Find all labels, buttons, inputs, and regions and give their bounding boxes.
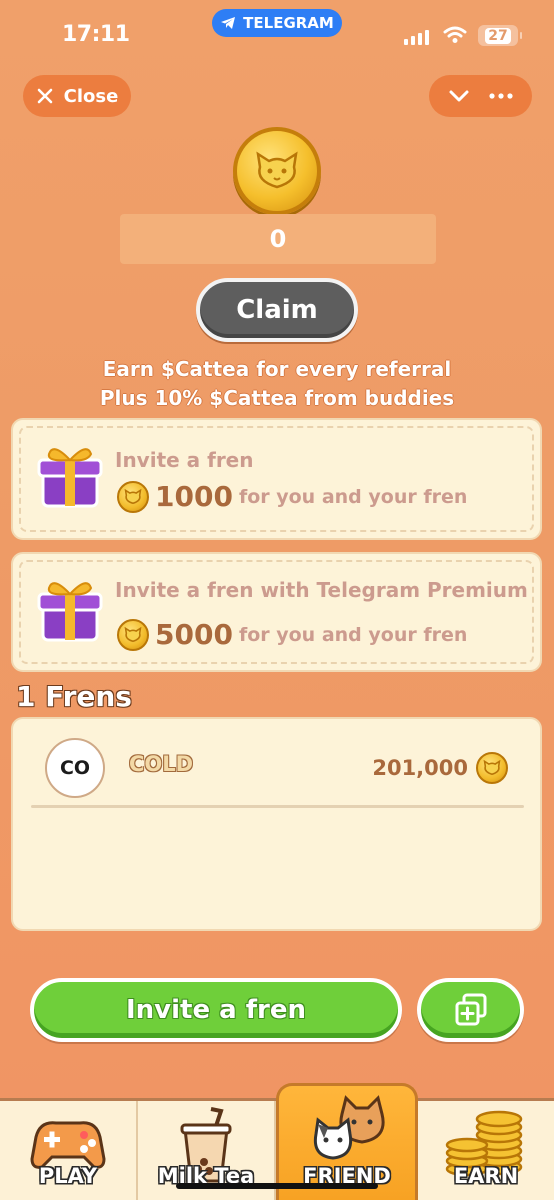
- status-time: 17:11: [62, 22, 130, 47]
- copy-link-button[interactable]: [417, 978, 524, 1042]
- nav-label: PLAY: [38, 1164, 98, 1188]
- more-options-icon[interactable]: [489, 93, 513, 99]
- claim-button[interactable]: Claim: [196, 278, 358, 342]
- fren-name: COLD: [129, 752, 194, 776]
- reward-amount: 5000: [155, 618, 233, 651]
- coin-icon: [117, 480, 149, 513]
- battery-icon: 27: [478, 25, 522, 46]
- coin-icon: [476, 752, 508, 784]
- reward-amount: 1000: [155, 480, 233, 513]
- home-indicator: [176, 1183, 378, 1189]
- wifi-icon: [443, 26, 467, 43]
- referral-promo: Earn $Cattea for every referral Plus 10%…: [0, 355, 554, 413]
- nav-label: EARN: [453, 1164, 519, 1188]
- invite-card-premium: Invite a fren with Telegram Premium 5000…: [11, 552, 542, 672]
- invite-card-reward: 1000 for you and your fren: [117, 480, 467, 513]
- frens-list: CO COLD 201,000: [11, 717, 542, 931]
- nav-item-play[interactable]: PLAY: [0, 1101, 138, 1200]
- invite-card-regular: Invite a fren 1000 for you and your fren: [11, 418, 542, 540]
- cattea-coin-icon: [233, 127, 321, 215]
- reward-suffix: for you and your fren: [238, 485, 468, 508]
- cats-icon: [313, 1095, 385, 1160]
- telegram-icon: [221, 17, 236, 29]
- invite-card-title: Invite a fren with Telegram Premium: [115, 578, 528, 602]
- invite-card-title: Invite a fren: [115, 448, 254, 472]
- promo-line-2: Plus 10% $Cattea from buddies: [99, 386, 455, 410]
- coin-icon: [117, 618, 149, 651]
- window-controls: [429, 75, 532, 117]
- close-button-label: Close: [63, 85, 119, 107]
- promo-line-1: Earn $Cattea for every referral: [102, 357, 452, 381]
- cellular-signal-icon: [404, 30, 429, 45]
- divider: [31, 805, 524, 808]
- chevron-down-icon[interactable]: [448, 89, 470, 103]
- copy-icon: [455, 993, 486, 1026]
- close-icon: [37, 88, 52, 104]
- gift-icon: [37, 582, 103, 642]
- fren-amount-value: 201,000: [372, 756, 468, 780]
- invite-fren-button[interactable]: Invite a fren: [30, 978, 402, 1042]
- balance-display: 0: [120, 214, 436, 264]
- close-button[interactable]: Close: [23, 75, 131, 117]
- reward-suffix: for you and your fren: [238, 623, 468, 646]
- fren-earnings: 201,000: [372, 752, 508, 784]
- telegram-badge: TELEGRAM: [212, 9, 342, 37]
- gift-icon: [37, 448, 103, 508]
- frens-count-title: 1 Frens: [16, 680, 132, 713]
- avatar: CO: [45, 738, 105, 798]
- battery-level: 27: [485, 27, 511, 44]
- telegram-badge-label: TELEGRAM: [243, 14, 334, 32]
- nav-item-earn[interactable]: EARN: [418, 1101, 554, 1200]
- invite-card-reward: 5000 for you and your fren: [117, 618, 467, 651]
